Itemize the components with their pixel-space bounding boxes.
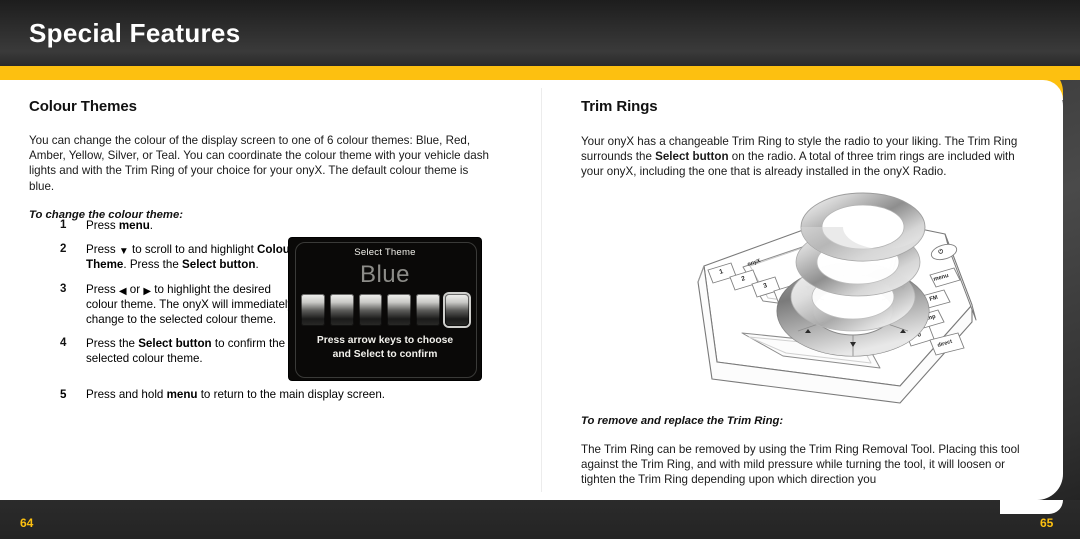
list-item: 4 Press the Select button to confirm the… (60, 336, 300, 366)
theme-swatch[interactable] (358, 294, 383, 326)
change-theme-steps: 1 Press menu. 2 Press ▼ to scroll to and… (60, 218, 300, 376)
remove-trim-ring-procedure-title: To remove and replace the Trim Ring: (581, 415, 784, 427)
content-sheet-bottom-corner (1000, 500, 1063, 514)
theme-swatch-selected[interactable] (445, 294, 469, 326)
list-item: 5 Press and hold menu to return to the m… (60, 387, 480, 402)
step-text: Press menu. (86, 219, 154, 232)
step-number: 1 (60, 219, 67, 231)
step-number: 3 (60, 282, 67, 295)
left-column: Colour Themes You can change the colour … (29, 98, 499, 221)
screen-hint-line2: and Select to confirm (332, 348, 438, 360)
page-footer (0, 500, 1080, 539)
step-number: 5 (60, 388, 67, 401)
step-text: Press ◀ or ▶ to highlight the desired co… (86, 282, 294, 327)
manual-page: Special Features Colour Themes You can c… (0, 0, 1080, 539)
onyx-radio-illustration: 1 2 3 4 5 6 7 8 9 0 direct menu (600, 170, 1020, 420)
page-title: Special Features (29, 18, 241, 48)
list-item: 1 Press menu. (60, 218, 300, 233)
colour-themes-paragraph: You can change the colour of the display… (29, 134, 489, 193)
theme-swatch[interactable] (387, 294, 412, 326)
colour-themes-heading: Colour Themes (29, 98, 137, 115)
page-header: Special Features (0, 0, 1080, 66)
step-number: 4 (60, 337, 67, 350)
theme-swatch-row (301, 294, 469, 326)
step-text: Press ▼ to scroll to and highlight Colou… (86, 243, 295, 272)
column-divider (541, 88, 542, 492)
page-number-right: 65 (1040, 516, 1054, 530)
list-item: 2 Press ▼ to scroll to and highlight Col… (60, 242, 300, 272)
accent-bar (0, 66, 1080, 80)
screen-hint: Press arrow keys to choose and Select to… (289, 334, 481, 361)
remove-trim-ring-paragraph: The Trim Ring can be removed by using th… (581, 443, 1020, 487)
trim-rings-heading: Trim Rings (581, 98, 658, 115)
screen-title: Select Theme (354, 247, 416, 258)
list-item: 3 Press ◀ or ▶ to highlight the desired … (60, 282, 300, 328)
step-number: 2 (60, 243, 67, 256)
screen-selected-theme: Blue (359, 261, 411, 288)
right-column: Trim Rings Your onyX has a changeable Tr… (581, 98, 1031, 180)
page-number-left: 64 (20, 516, 34, 530)
select-theme-screen: Select Theme Blue Press arrow keys to ch… (289, 238, 481, 380)
theme-swatch[interactable] (416, 294, 441, 326)
theme-swatch[interactable] (329, 294, 354, 326)
step-text: Press the Select button to confirm the s… (86, 337, 286, 366)
step-text: Press and hold menu to return to the mai… (86, 388, 386, 401)
theme-swatch[interactable] (301, 294, 325, 326)
screen-hint-line1: Press arrow keys to choose (316, 335, 454, 346)
